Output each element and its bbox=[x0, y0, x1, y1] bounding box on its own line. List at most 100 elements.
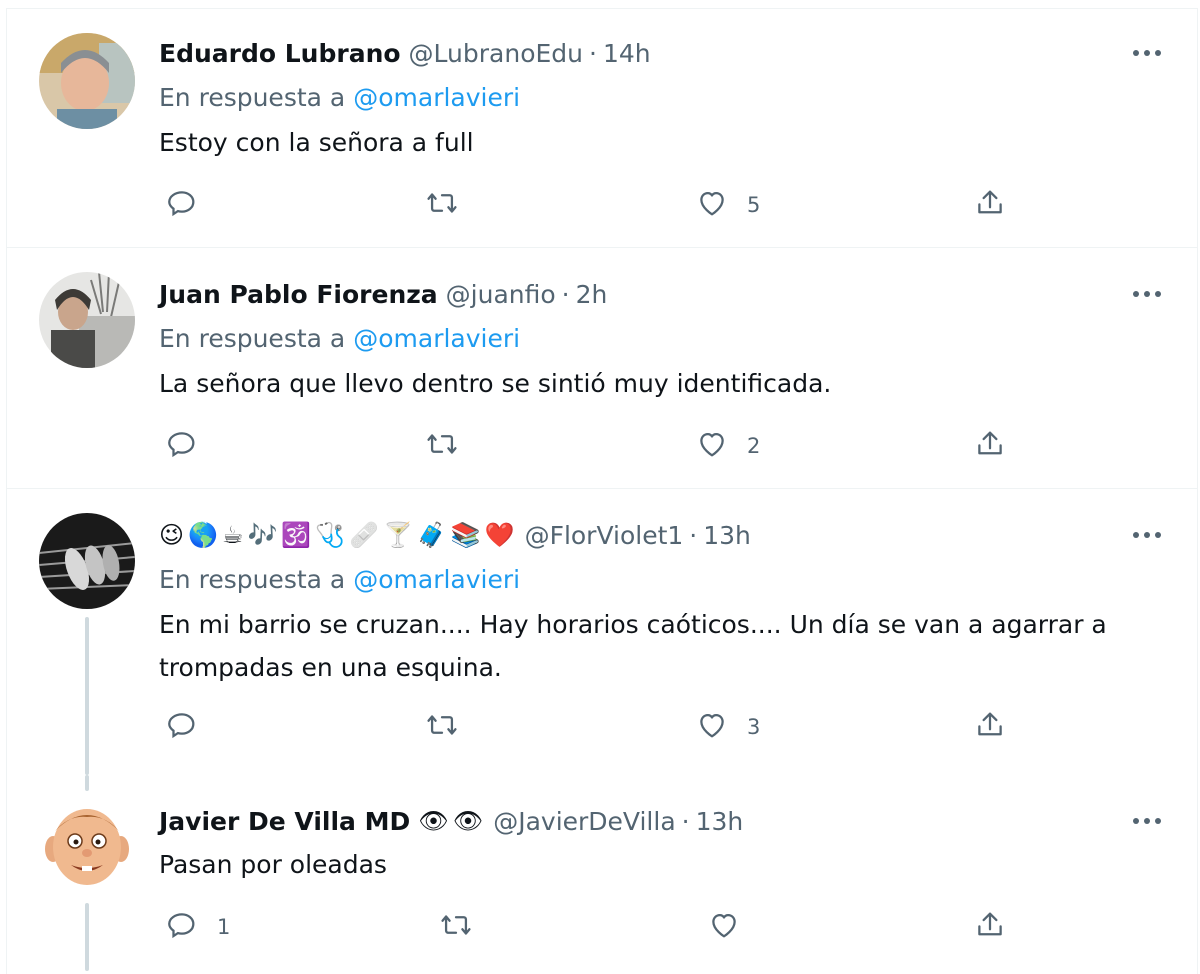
replying-to: En respuesta a @omarlavieri bbox=[159, 565, 520, 594]
replying-label: En respuesta a bbox=[159, 324, 346, 353]
stethoscope-emoji-icon: 🩺 bbox=[315, 521, 346, 549]
share-icon bbox=[973, 427, 1007, 465]
replying-to: En respuesta a @omarlavieri bbox=[159, 83, 520, 112]
author-name[interactable]: Eduardo Lubrano bbox=[159, 39, 401, 68]
reply-button[interactable] bbox=[165, 426, 217, 466]
share-button[interactable] bbox=[973, 426, 1007, 466]
avatar[interactable] bbox=[39, 33, 135, 129]
tweet[interactable]: Juan Pablo Fiorenza @juanfio · 2h En res… bbox=[7, 248, 1197, 489]
like-button[interactable] bbox=[707, 907, 759, 947]
om-emoji-icon: 🕉️ bbox=[281, 521, 312, 549]
luggage-emoji-icon: 🧳 bbox=[416, 521, 447, 549]
thread-line bbox=[85, 775, 89, 791]
mention-link[interactable]: @omarlavieri bbox=[353, 324, 520, 353]
author-name[interactable]: Javier De Villa MD bbox=[159, 807, 410, 836]
action-bar: 2 bbox=[159, 426, 1059, 466]
reply-button[interactable] bbox=[165, 185, 217, 225]
tweet-header: Eduardo Lubrano @LubranoEdu · 14h bbox=[159, 35, 651, 71]
like-count: 5 bbox=[747, 193, 761, 217]
timestamp[interactable]: 13h bbox=[703, 521, 751, 550]
like-button[interactable]: 2 bbox=[695, 426, 760, 466]
tweet-header: Javier De Villa MD 👁 👁 @JavierDeVilla · … bbox=[159, 803, 743, 839]
more-icon[interactable] bbox=[1129, 276, 1165, 312]
action-bar: 5 bbox=[159, 185, 1059, 225]
eye-emoji-icon: 👁 bbox=[418, 807, 449, 835]
tweet-text: En mi barrio se cruzan.... Hay horarios … bbox=[159, 610, 1107, 682]
avatar[interactable] bbox=[39, 272, 135, 368]
like-icon bbox=[695, 708, 729, 746]
timestamp[interactable]: 13h bbox=[696, 807, 744, 836]
reply-icon bbox=[165, 908, 199, 946]
replying-label: En respuesta a bbox=[159, 565, 346, 594]
share-icon bbox=[973, 186, 1007, 224]
retweet-icon bbox=[439, 908, 473, 946]
globe-emoji-icon: 🌎 bbox=[188, 521, 218, 549]
author-handle[interactable]: @juanfio bbox=[446, 280, 556, 309]
retweet-icon bbox=[425, 708, 459, 746]
thread-line bbox=[85, 903, 89, 971]
avatar[interactable] bbox=[39, 795, 135, 891]
share-icon bbox=[973, 908, 1007, 946]
author-handle[interactable]: @FlorViolet1 bbox=[525, 521, 684, 550]
share-button[interactable] bbox=[973, 185, 1007, 225]
separator-dot: · bbox=[589, 38, 597, 68]
share-button[interactable] bbox=[973, 707, 1007, 747]
reply-button[interactable]: 1 bbox=[165, 907, 230, 947]
like-icon bbox=[695, 427, 729, 465]
coffee-emoji-icon: ☕ bbox=[221, 521, 244, 549]
cocktail-emoji-icon: 🍸 bbox=[383, 521, 413, 549]
retweet-button[interactable] bbox=[439, 907, 473, 947]
retweet-icon bbox=[425, 186, 459, 224]
like-icon bbox=[695, 186, 729, 224]
action-bar: 1 bbox=[159, 907, 1059, 947]
author-handle[interactable]: @LubranoEdu bbox=[409, 39, 583, 68]
author-name-emojis: 👁 👁 bbox=[418, 806, 483, 836]
more-icon[interactable] bbox=[1129, 517, 1165, 553]
tweet[interactable]: 😉 🌎 ☕ 🎶 🕉️ 🩺 🩹 🍸 🧳 📚 ❤️ @FlorViolet1 · 1… bbox=[7, 489, 1197, 775]
tweet[interactable]: Eduardo Lubrano @LubranoEdu · 14h En res… bbox=[7, 9, 1197, 248]
reply-icon bbox=[165, 186, 199, 224]
more-icon[interactable] bbox=[1129, 803, 1165, 839]
replying-label: En respuesta a bbox=[159, 83, 346, 112]
avatar[interactable] bbox=[39, 513, 135, 609]
replying-to: En respuesta a @omarlavieri bbox=[159, 324, 520, 353]
like-count: 2 bbox=[747, 434, 761, 458]
bandage-emoji-icon: 🩹 bbox=[349, 521, 379, 549]
tweet-text: La señora que llevo dentro se sintió muy… bbox=[159, 369, 832, 398]
separator-dot: · bbox=[689, 520, 698, 550]
tweet-text: Pasan por oleadas bbox=[159, 850, 387, 879]
retweet-button[interactable] bbox=[425, 426, 459, 466]
tweet-header: Juan Pablo Fiorenza @juanfio · 2h bbox=[159, 276, 607, 312]
like-button[interactable]: 3 bbox=[695, 707, 760, 747]
books-emoji-icon: 📚 bbox=[450, 521, 481, 549]
author-handle[interactable]: @JavierDeVilla bbox=[493, 807, 675, 836]
share-icon bbox=[973, 708, 1007, 746]
mention-link[interactable]: @omarlavieri bbox=[353, 83, 520, 112]
heart-emoji-icon: ❤️ bbox=[484, 521, 515, 549]
thread-line bbox=[85, 617, 89, 775]
share-button[interactable] bbox=[973, 907, 1007, 947]
timestamp[interactable]: 2h bbox=[576, 280, 608, 309]
retweet-button[interactable] bbox=[425, 707, 459, 747]
separator-dot: · bbox=[561, 279, 570, 309]
author-name[interactable]: Juan Pablo Fiorenza bbox=[159, 280, 438, 309]
reply-count: 1 bbox=[217, 915, 231, 939]
reply-icon bbox=[165, 708, 199, 746]
more-icon[interactable] bbox=[1129, 35, 1165, 71]
reply-button[interactable] bbox=[165, 707, 217, 747]
tweet-feed: Eduardo Lubrano @LubranoEdu · 14h En res… bbox=[6, 8, 1198, 974]
separator-dot: · bbox=[681, 806, 690, 836]
mention-link[interactable]: @omarlavieri bbox=[353, 565, 520, 594]
like-count: 3 bbox=[747, 715, 761, 739]
retweet-icon bbox=[425, 427, 459, 465]
retweet-button[interactable] bbox=[425, 185, 459, 225]
tweet-header: 😉 🌎 ☕ 🎶 🕉️ 🩺 🩹 🍸 🧳 📚 ❤️ @FlorViolet1 · 1… bbox=[159, 517, 751, 553]
action-bar: 3 bbox=[159, 707, 1059, 747]
tweet[interactable]: Javier De Villa MD 👁 👁 @JavierDeVilla · … bbox=[7, 775, 1197, 974]
author-name-emojis[interactable]: 😉 🌎 ☕ 🎶 🕉️ 🩺 🩹 🍸 🧳 📚 ❤️ bbox=[159, 520, 515, 550]
music-notes-emoji-icon: 🎶 bbox=[247, 521, 278, 549]
timestamp[interactable]: 14h bbox=[603, 39, 651, 68]
eye-emoji-icon: 👁 bbox=[452, 807, 484, 835]
like-button[interactable]: 5 bbox=[695, 185, 760, 225]
tweet-text: Estoy con la señora a full bbox=[159, 128, 474, 157]
